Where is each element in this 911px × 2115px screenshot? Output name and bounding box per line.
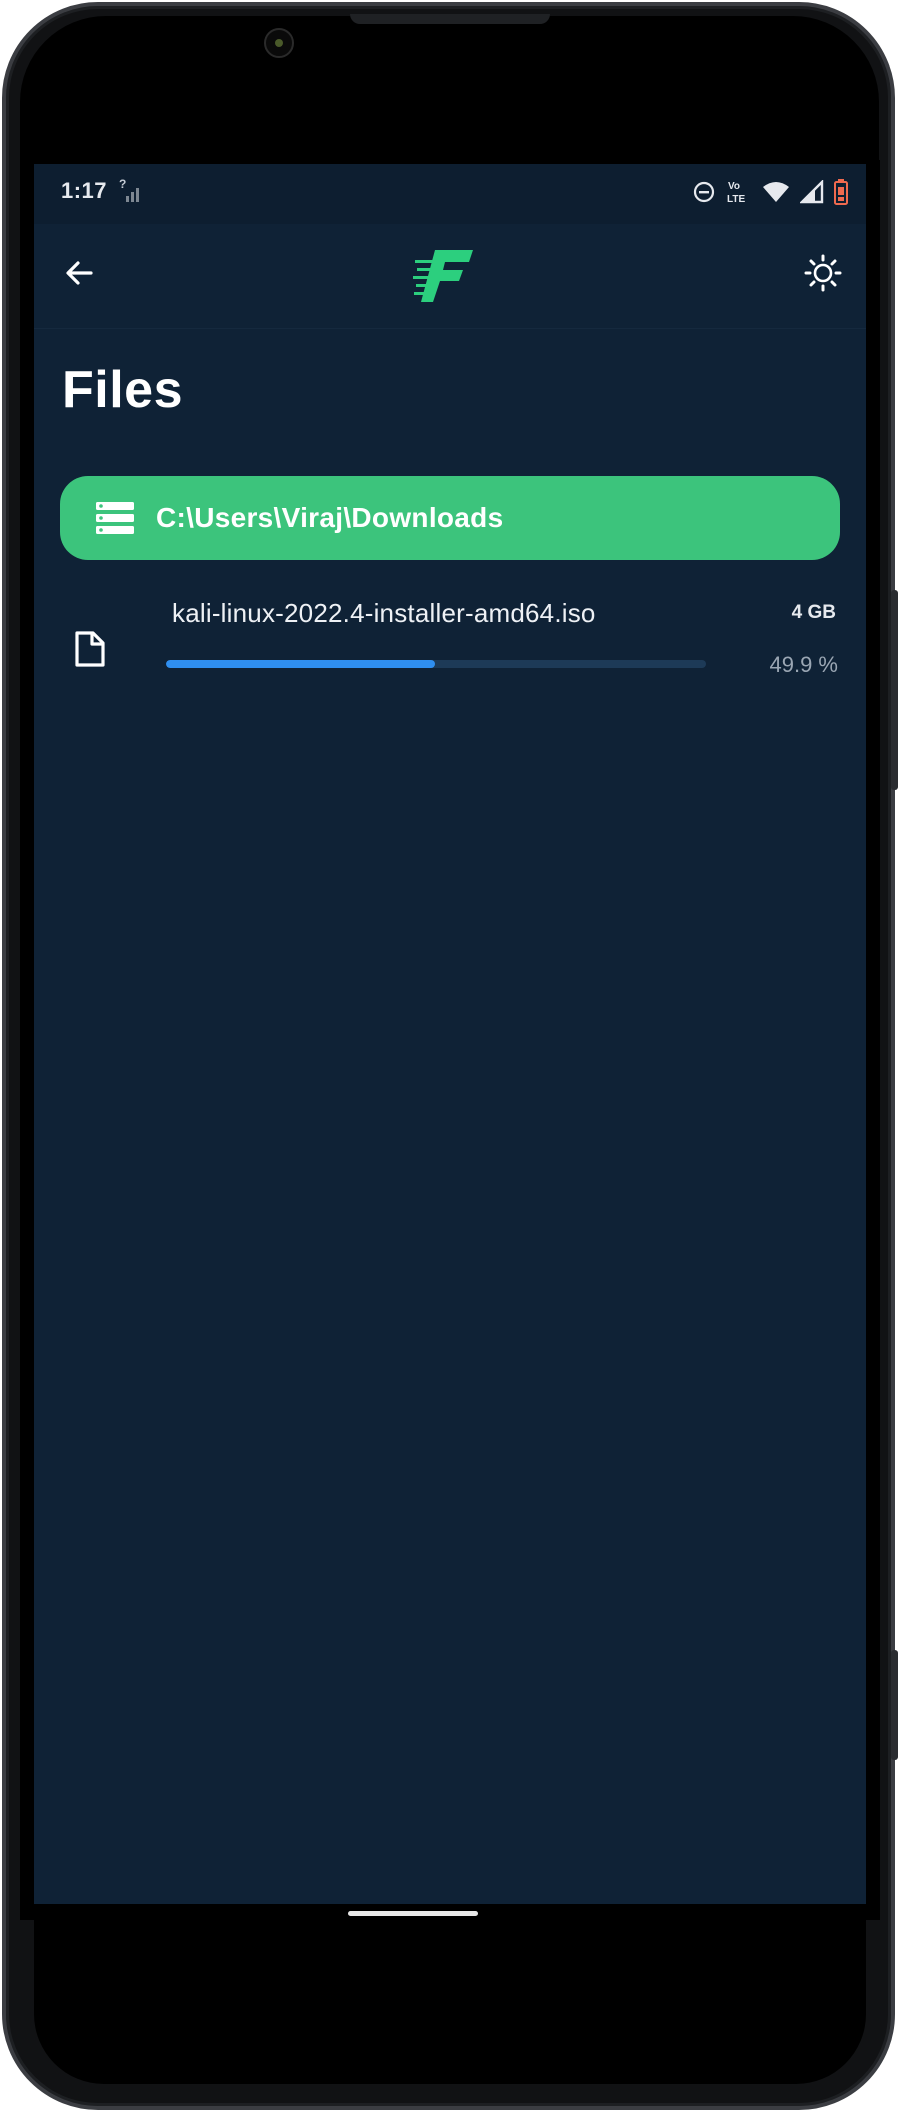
current-path-bar[interactable]: C:\Users\Viraj\Downloads (60, 476, 840, 560)
signal-unknown-icon: ? (118, 176, 144, 209)
phone-device: 1:17 ? Vo LTE Files C:\Users\Viraj\Downl… (0, 0, 911, 2115)
status-bar: 1:17 ? Vo LTE (34, 164, 866, 224)
svg-text:?: ? (119, 177, 126, 191)
cell-signal-icon (799, 179, 824, 209)
earpiece-speaker (350, 14, 550, 24)
app-logo-f-icon (413, 246, 477, 306)
do-not-disturb-icon (692, 180, 716, 209)
brightness-icon (804, 254, 842, 297)
bottom-bezel (34, 1904, 866, 2084)
top-bezel (20, 16, 879, 164)
theme-toggle-button[interactable] (798, 250, 848, 300)
list-item[interactable]: kali-linux-2022.4-installer-amd64.iso 4 … (34, 584, 866, 704)
download-progress-percent: 49.9 % (769, 652, 839, 677)
storage-list-icon (96, 502, 134, 534)
left-bezel (20, 160, 34, 1920)
page-title: Files (62, 361, 183, 419)
status-icons: Vo LTE (692, 178, 848, 211)
battery-low-icon (834, 179, 848, 210)
arrow-back-icon (63, 257, 95, 294)
svg-text:Vo: Vo (728, 181, 740, 192)
file-icon (74, 630, 106, 668)
wifi-icon (762, 180, 790, 209)
app-screen: 1:17 ? Vo LTE Files C:\Users\Viraj\Downl… (34, 164, 866, 1904)
power-button (891, 590, 898, 790)
file-name: kali-linux-2022.4-installer-amd64.iso (172, 598, 596, 628)
svg-text:LTE: LTE (727, 194, 745, 205)
current-path-text: C:\Users\Viraj\Downloads (156, 502, 504, 533)
back-button[interactable] (54, 250, 104, 300)
front-camera (264, 28, 294, 58)
status-time: 1:17 (61, 178, 108, 203)
home-indicator[interactable] (348, 1911, 478, 1916)
file-size: 4 GB (791, 602, 836, 623)
volte-icon: Vo LTE (726, 178, 752, 211)
volume-button (891, 1650, 898, 1760)
download-progress-bar (166, 660, 706, 668)
right-bezel (866, 160, 880, 1920)
download-progress-fill (166, 660, 436, 668)
app-bar (34, 224, 866, 329)
